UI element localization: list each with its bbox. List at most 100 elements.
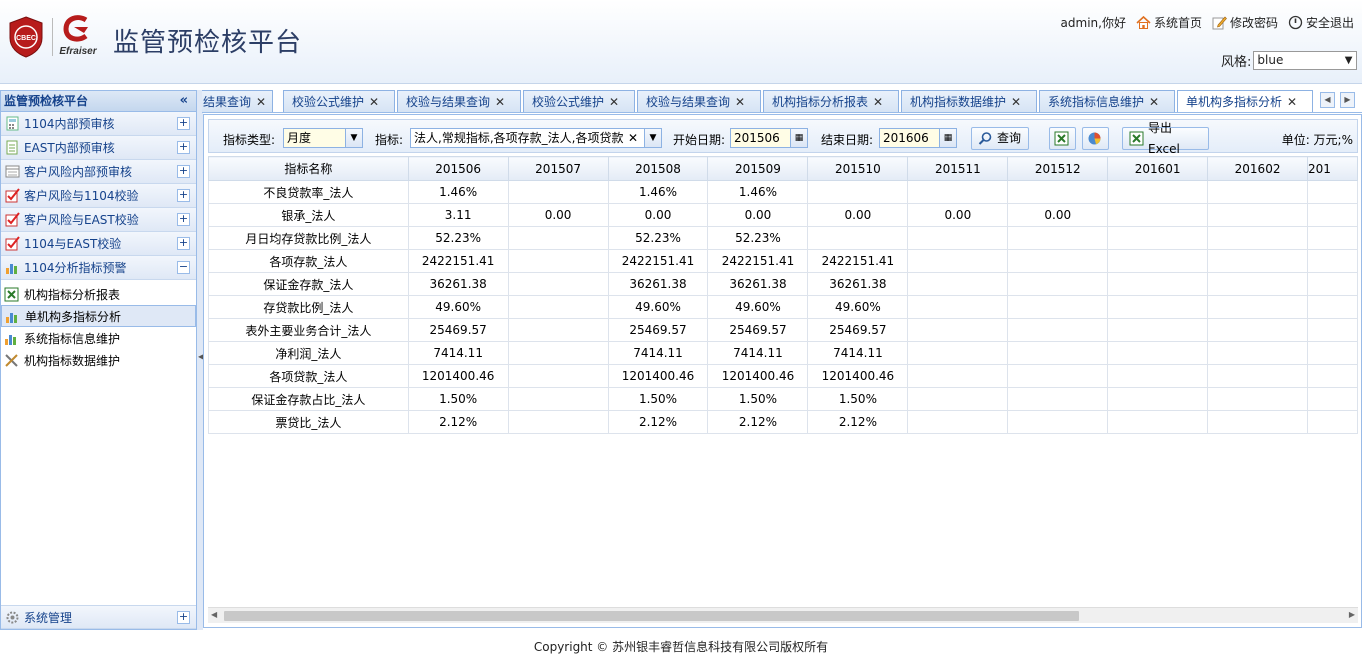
sidebar-group-1104-east[interactable]: 1104与EAST校验 +	[1, 232, 196, 256]
column-header-index-name[interactable]: 指标名称	[208, 156, 409, 181]
tab-verify-result-query-2[interactable]: 校验与结果查询 ✕	[637, 90, 761, 112]
clear-icon[interactable]: ✕	[625, 129, 640, 147]
expand-icon[interactable]: +	[177, 165, 190, 178]
sidebar-item-institution-data-maintenance[interactable]: 机构指标数据维护	[1, 349, 196, 371]
end-date-input[interactable]: 201606 ▦	[879, 128, 957, 148]
collapse-sidebar-icon[interactable]: «	[180, 90, 188, 111]
start-date-input[interactable]: 201506 ▦	[730, 128, 808, 148]
close-icon[interactable]: ✕	[1011, 95, 1021, 109]
value-cell: 52.23%	[407, 226, 509, 250]
column-header-period[interactable]: 201510	[807, 156, 909, 181]
table-row[interactable]: 存贷款比例_法人 49.60% 49.60% 49.60% 49.60%	[208, 295, 1358, 319]
table-row[interactable]: 各项存款_法人 2422151.41 2422151.41 2422151.41 242…	[208, 249, 1358, 273]
close-icon[interactable]: ✕	[1149, 95, 1159, 109]
tab-result-query[interactable]: 结果查询 ✕	[202, 90, 273, 112]
document-icon	[6, 140, 18, 155]
expand-icon[interactable]: +	[177, 189, 190, 202]
value-cell	[1307, 295, 1358, 319]
tab-system-index-maintenance[interactable]: 系统指标信息维护 ✕	[1039, 90, 1175, 112]
value-cell	[1107, 318, 1209, 342]
chart-view-button[interactable]	[1082, 127, 1109, 150]
index-type-select[interactable]: 月度 ▼	[283, 128, 363, 148]
column-header-period[interactable]: 201508	[607, 156, 709, 181]
calendar-icon[interactable]: ▦	[939, 129, 956, 147]
close-icon[interactable]: ✕	[735, 95, 745, 109]
close-icon[interactable]: ✕	[256, 95, 266, 109]
sidebar-item-institution-report[interactable]: 机构指标分析报表	[1, 283, 196, 305]
sidebar-item-label: 系统指标信息维护	[24, 331, 121, 346]
value-cell	[907, 295, 1009, 319]
close-icon[interactable]: ✕	[495, 95, 505, 109]
column-header-period[interactable]: 201601	[1107, 156, 1209, 181]
check-icon	[5, 236, 20, 251]
value-cell: 2422151.41	[807, 249, 909, 273]
tab-formula-maintenance-2[interactable]: 校验公式维护 ✕	[523, 90, 635, 112]
dropdown-arrow-icon[interactable]: ▼	[345, 129, 362, 147]
value-cell: 49.60%	[407, 295, 509, 319]
home-link[interactable]: 系统首页	[1136, 14, 1202, 31]
column-header-period[interactable]: 201512	[1007, 156, 1109, 181]
table-row[interactable]: 净利润_法人 7414.11 7414.11 7414.11 7414.11	[208, 341, 1358, 365]
value-cell: 1201400.46	[807, 364, 909, 388]
logout-link[interactable]: 安全退出	[1288, 14, 1354, 31]
horizontal-scrollbar[interactable]: ◀ ▶	[208, 607, 1358, 623]
export-excel-icon-button[interactable]	[1049, 127, 1076, 150]
table-row[interactable]: 票贷比_法人 2.12% 2.12% 2.12% 2.12%	[208, 410, 1358, 434]
sidebar-group-customer-risk-internal[interactable]: 客户风险内部预审核 +	[1, 160, 196, 184]
expand-icon[interactable]: +	[177, 237, 190, 250]
sidebar-group-1104-analysis[interactable]: 1104分析指标预警 −	[1, 256, 196, 280]
style-select[interactable]: blue ▼	[1253, 51, 1358, 70]
column-header-period[interactable]: 201507	[507, 156, 609, 181]
table-row[interactable]: 各项贷款_法人 1201400.46 1201400.46 1201400.46 120…	[208, 364, 1358, 388]
tab-institution-data-maintenance[interactable]: 机构指标数据维护 ✕	[901, 90, 1037, 112]
excel-icon	[1054, 131, 1069, 146]
column-header-period[interactable]: 201602	[1207, 156, 1309, 181]
column-header-period[interactable]: 201	[1307, 156, 1358, 181]
sidebar-item-single-institution-analysis[interactable]: 单机构多指标分析	[1, 305, 196, 327]
scroll-right-icon[interactable]: ▶	[1349, 610, 1355, 619]
close-icon[interactable]: ✕	[369, 95, 379, 109]
close-icon[interactable]: ✕	[609, 95, 619, 109]
table-row[interactable]: 保证金存款占比_法人 1.50% 1.50% 1.50% 1.50%	[208, 387, 1358, 411]
column-header-period[interactable]: 201511	[907, 156, 1009, 181]
value-cell	[907, 180, 1009, 204]
tab-institution-report[interactable]: 机构指标分析报表 ✕	[763, 90, 899, 112]
table-row[interactable]: 不良贷款率_法人 1.46% 1.46% 1.46%	[208, 180, 1358, 204]
tab-formula-maintenance[interactable]: 校验公式维护 ✕	[283, 90, 395, 112]
query-button[interactable]: 查询	[971, 127, 1029, 150]
export-excel-button[interactable]: 导出Excel	[1122, 121, 1209, 156]
scroll-left-icon[interactable]: ◀	[211, 610, 217, 619]
value-cell	[1307, 203, 1358, 227]
scrollbar-thumb[interactable]	[224, 611, 1079, 621]
tab-single-institution-analysis[interactable]: 单机构多指标分析 ✕	[1177, 90, 1313, 112]
cbec-logo: CBEC	[8, 16, 44, 58]
sidebar-item-system-index-maintenance[interactable]: 系统指标信息维护	[1, 327, 196, 349]
table-row[interactable]: 月日均存贷款比例_法人 52.23% 52.23% 52.23%	[208, 226, 1358, 250]
index-multiselect[interactable]: 法人,常规指标,各项存款_法人,各项贷款 ✕ ▼	[410, 128, 662, 148]
expand-icon[interactable]: +	[177, 117, 190, 130]
sidebar-group-system-management[interactable]: 系统管理 +	[1, 605, 196, 629]
expand-icon[interactable]: +	[177, 213, 190, 226]
table-row[interactable]: 表外主要业务合计_法人 25469.57 25469.57 25469.57 25469…	[208, 318, 1358, 342]
tab-verify-result-query[interactable]: 校验与结果查询 ✕	[397, 90, 521, 112]
sidebar-group-customer-risk-east[interactable]: 客户风险与EAST校验 +	[1, 208, 196, 232]
change-password-link[interactable]: 修改密码	[1212, 14, 1278, 31]
table-row[interactable]: 银承_法人 3.11 0.00 0.00 0.00 0.00 0.00 0.00	[208, 203, 1358, 227]
calendar-icon[interactable]: ▦	[790, 129, 807, 147]
column-header-period[interactable]: 201506	[407, 156, 509, 181]
sidebar-group-customer-risk-1104[interactable]: 客户风险与1104校验 +	[1, 184, 196, 208]
tab-scroll-left-icon[interactable]: ◀	[1320, 92, 1335, 108]
close-icon[interactable]: ✕	[873, 95, 883, 109]
sidebar-group-east-internal[interactable]: EAST内部预审核 +	[1, 136, 196, 160]
tab-scroll-right-icon[interactable]: ▶	[1340, 92, 1355, 108]
value-cell	[1107, 249, 1209, 273]
expand-icon[interactable]: +	[177, 611, 190, 624]
sidebar-group-1104-internal[interactable]: 1104内部预审核 +	[1, 112, 196, 136]
dropdown-arrow-icon[interactable]: ▼	[644, 129, 661, 147]
expand-icon[interactable]: +	[177, 141, 190, 154]
close-icon[interactable]: ✕	[1287, 95, 1297, 109]
collapse-icon[interactable]: −	[177, 261, 190, 274]
table-row[interactable]: 保证金存款_法人 36261.38 36261.38 36261.38 36261.38	[208, 272, 1358, 296]
value-cell: 25469.57	[607, 318, 709, 342]
column-header-period[interactable]: 201509	[707, 156, 809, 181]
